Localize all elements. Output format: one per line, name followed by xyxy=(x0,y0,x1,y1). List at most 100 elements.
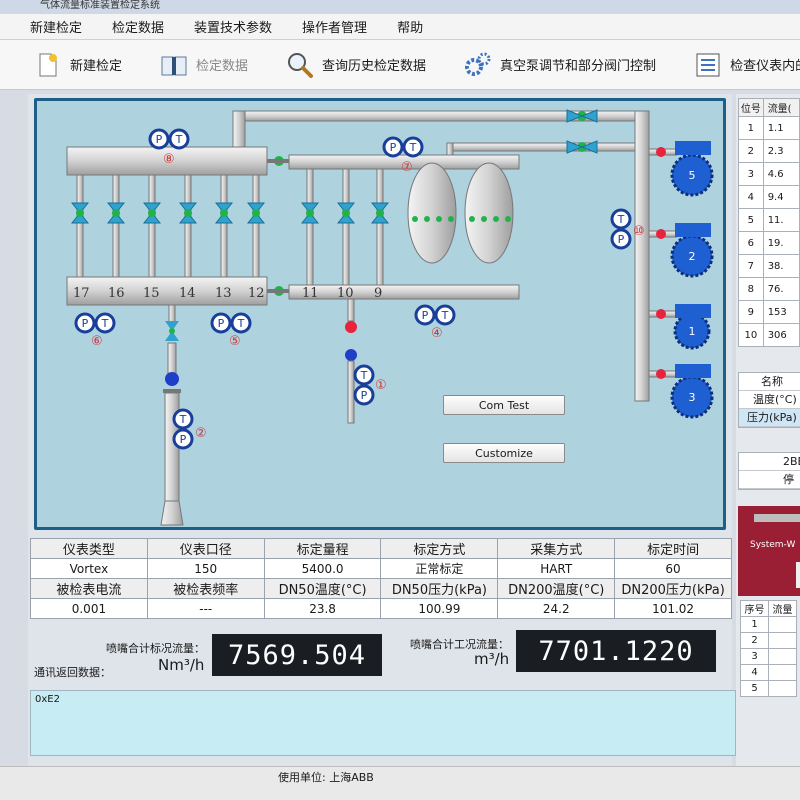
test-data-button[interactable]: 检定数据 xyxy=(160,51,248,79)
calib-range-value: 5400.0 xyxy=(263,558,382,579)
table-row[interactable]: 4 9.4 xyxy=(738,185,800,209)
svg-text:T: T xyxy=(360,369,368,382)
table-row[interactable]: 2 xyxy=(740,632,797,649)
svg-text:T: T xyxy=(441,309,449,322)
param-list: 名称 温度(°C) 压力(kPa) xyxy=(738,372,800,428)
col-seq: 序号 xyxy=(740,600,769,617)
history-query-button[interactable]: 查询历史检定数据 xyxy=(286,51,426,79)
svg-text:3: 3 xyxy=(689,391,696,404)
table-row[interactable]: 4 xyxy=(740,664,797,681)
header-meter-frequency: 被检表频率 xyxy=(146,578,265,599)
svg-text:15: 15 xyxy=(143,286,160,301)
svg-text:P: P xyxy=(390,141,397,154)
svg-text:12: 12 xyxy=(248,286,265,301)
param-pressure-label[interactable]: 压力(kPa) xyxy=(739,409,800,427)
table-row[interactable]: 3 xyxy=(740,648,797,665)
table-row[interactable]: 1 1.1 xyxy=(738,116,800,140)
svg-text:⑦: ⑦ xyxy=(401,160,413,175)
svg-text:④: ④ xyxy=(431,326,443,341)
svg-text:①: ① xyxy=(375,378,387,393)
col-position: 位号 xyxy=(738,98,764,117)
menu-params[interactable]: 装置技术参数 xyxy=(194,17,272,36)
svg-text:2: 2 xyxy=(689,250,696,263)
system-label: System-W xyxy=(750,540,796,550)
piping-diagram: 171615 141312 11109 PT PT PT PT PT xyxy=(34,98,726,530)
svg-text:P: P xyxy=(618,233,625,246)
svg-text:5: 5 xyxy=(689,169,696,182)
piping-diagram-graphic: 171615 141312 11109 PT PT PT PT PT xyxy=(66,109,714,526)
svg-text:T: T xyxy=(179,413,187,426)
table-row[interactable]: 1 xyxy=(740,616,797,633)
meter-type-value: Vortex xyxy=(30,558,148,579)
main-panel: 171615 141312 11109 PT PT PT PT PT xyxy=(28,94,736,766)
info-header-row-1: 仪表类型 仪表口径 标定量程 标定方式 采集方式 标定时间 xyxy=(30,538,732,559)
toolbar: 新建检定 检定数据 查询历史检定数据 真空泵调节和部分阀门控制 检查仪表内的组 xyxy=(0,40,800,90)
svg-text:17: 17 xyxy=(73,286,90,301)
gears-icon xyxy=(464,51,492,79)
svg-text:P: P xyxy=(156,133,163,146)
svg-text:T: T xyxy=(617,213,625,226)
device-id: 2BE xyxy=(739,453,800,471)
check-meter-button[interactable]: 检查仪表内的组 xyxy=(694,51,800,79)
header-meter-type: 仪表类型 xyxy=(30,538,148,559)
device-status-box: 2BE 停 xyxy=(738,452,800,490)
svg-text:T: T xyxy=(237,317,245,330)
svg-text:13: 13 xyxy=(215,286,232,301)
vacuum-pump-button[interactable]: 真空泵调节和部分阀门控制 xyxy=(464,51,656,79)
table-row[interactable]: 5 xyxy=(740,680,797,697)
nozzle-flow-table: 位号 流量( 1 1.1 2 2.3 3 4.6 4 9.4 5 11. 6 19. 7 38… xyxy=(738,98,800,347)
header-calib-mode: 标定方式 xyxy=(380,538,499,559)
system-button[interactable] xyxy=(796,562,800,588)
book-icon xyxy=(160,51,188,79)
svg-text:⑩: ⑩ xyxy=(633,224,645,239)
svg-text:T: T xyxy=(409,141,417,154)
menu-operators[interactable]: 操作者管理 xyxy=(302,17,367,36)
comm-log-textbox[interactable]: 0xE2 xyxy=(30,690,736,756)
customize-button[interactable]: Customize xyxy=(443,443,565,463)
system-panel: System-W xyxy=(738,506,800,596)
header-dn50-temp: DN50温度(°C) xyxy=(263,578,382,599)
new-test-button[interactable]: 新建检定 xyxy=(34,51,122,79)
col-flow: 流量( xyxy=(762,98,800,117)
svg-text:②: ② xyxy=(195,426,207,441)
table-row[interactable]: 2 2.3 xyxy=(738,139,800,163)
table-row[interactable]: 9 153 xyxy=(738,300,800,324)
menu-help[interactable]: 帮助 xyxy=(397,17,423,36)
status-bar: 使用单位: 上海ABB xyxy=(0,766,800,800)
window-title: 气体流量标准装置检定系统 xyxy=(0,0,800,14)
dn200-pressure-value: 101.02 xyxy=(614,598,732,619)
header-dn50-pressure: DN50压力(kPa) xyxy=(380,578,499,599)
acquire-mode-value: HART xyxy=(497,558,616,579)
comm-return-label: 通讯返回数据： xyxy=(34,666,111,679)
meter-current-value: 0.001 xyxy=(30,598,148,619)
calib-time-value: 60 xyxy=(614,558,732,579)
nozzle-table-header: 位号 流量( xyxy=(738,98,800,117)
work-flow-display: 7701.1220 xyxy=(516,630,716,672)
checklist-icon xyxy=(694,51,722,79)
sequence-table: 序号 流量 1 2 3 4 5 xyxy=(740,600,797,697)
header-calib-range: 标定量程 xyxy=(263,538,382,559)
device-state: 停 xyxy=(739,471,800,489)
table-row[interactable]: 5 11. xyxy=(738,208,800,232)
svg-text:1: 1 xyxy=(689,325,696,338)
svg-text:⑥: ⑥ xyxy=(91,334,103,349)
header-dn200-pressure: DN200压力(kPa) xyxy=(614,578,732,599)
right-panel: 位号 流量( 1 1.1 2 2.3 3 4.6 4 9.4 5 11. 6 19. 7 38… xyxy=(736,94,800,766)
menu-new[interactable]: 新建检定 xyxy=(30,17,82,36)
com-test-button[interactable]: Com Test xyxy=(443,395,565,415)
table-row[interactable]: 8 76. xyxy=(738,277,800,301)
menu-bar: 新建检定 检定数据 装置技术参数 操作者管理 帮助 xyxy=(0,14,800,40)
svg-text:P: P xyxy=(82,317,89,330)
table-row[interactable]: 7 38. xyxy=(738,254,800,278)
info-header-row-2: 被检表电流 被检表频率 DN50温度(°C) DN50压力(kPa) DN200… xyxy=(30,578,732,599)
table-row[interactable]: 10 306 xyxy=(738,323,800,347)
table-row[interactable]: 3 4.6 xyxy=(738,162,800,186)
std-flow-label: 喷嘴合计标况流量： xyxy=(106,642,205,655)
menu-data[interactable]: 检定数据 xyxy=(112,17,164,36)
svg-text:9: 9 xyxy=(374,286,382,301)
table-row[interactable]: 6 19. xyxy=(738,231,800,255)
svg-text:P: P xyxy=(422,309,429,322)
svg-text:P: P xyxy=(218,317,225,330)
header-meter-caliber: 仪表口径 xyxy=(146,538,265,559)
svg-text:16: 16 xyxy=(108,286,125,301)
